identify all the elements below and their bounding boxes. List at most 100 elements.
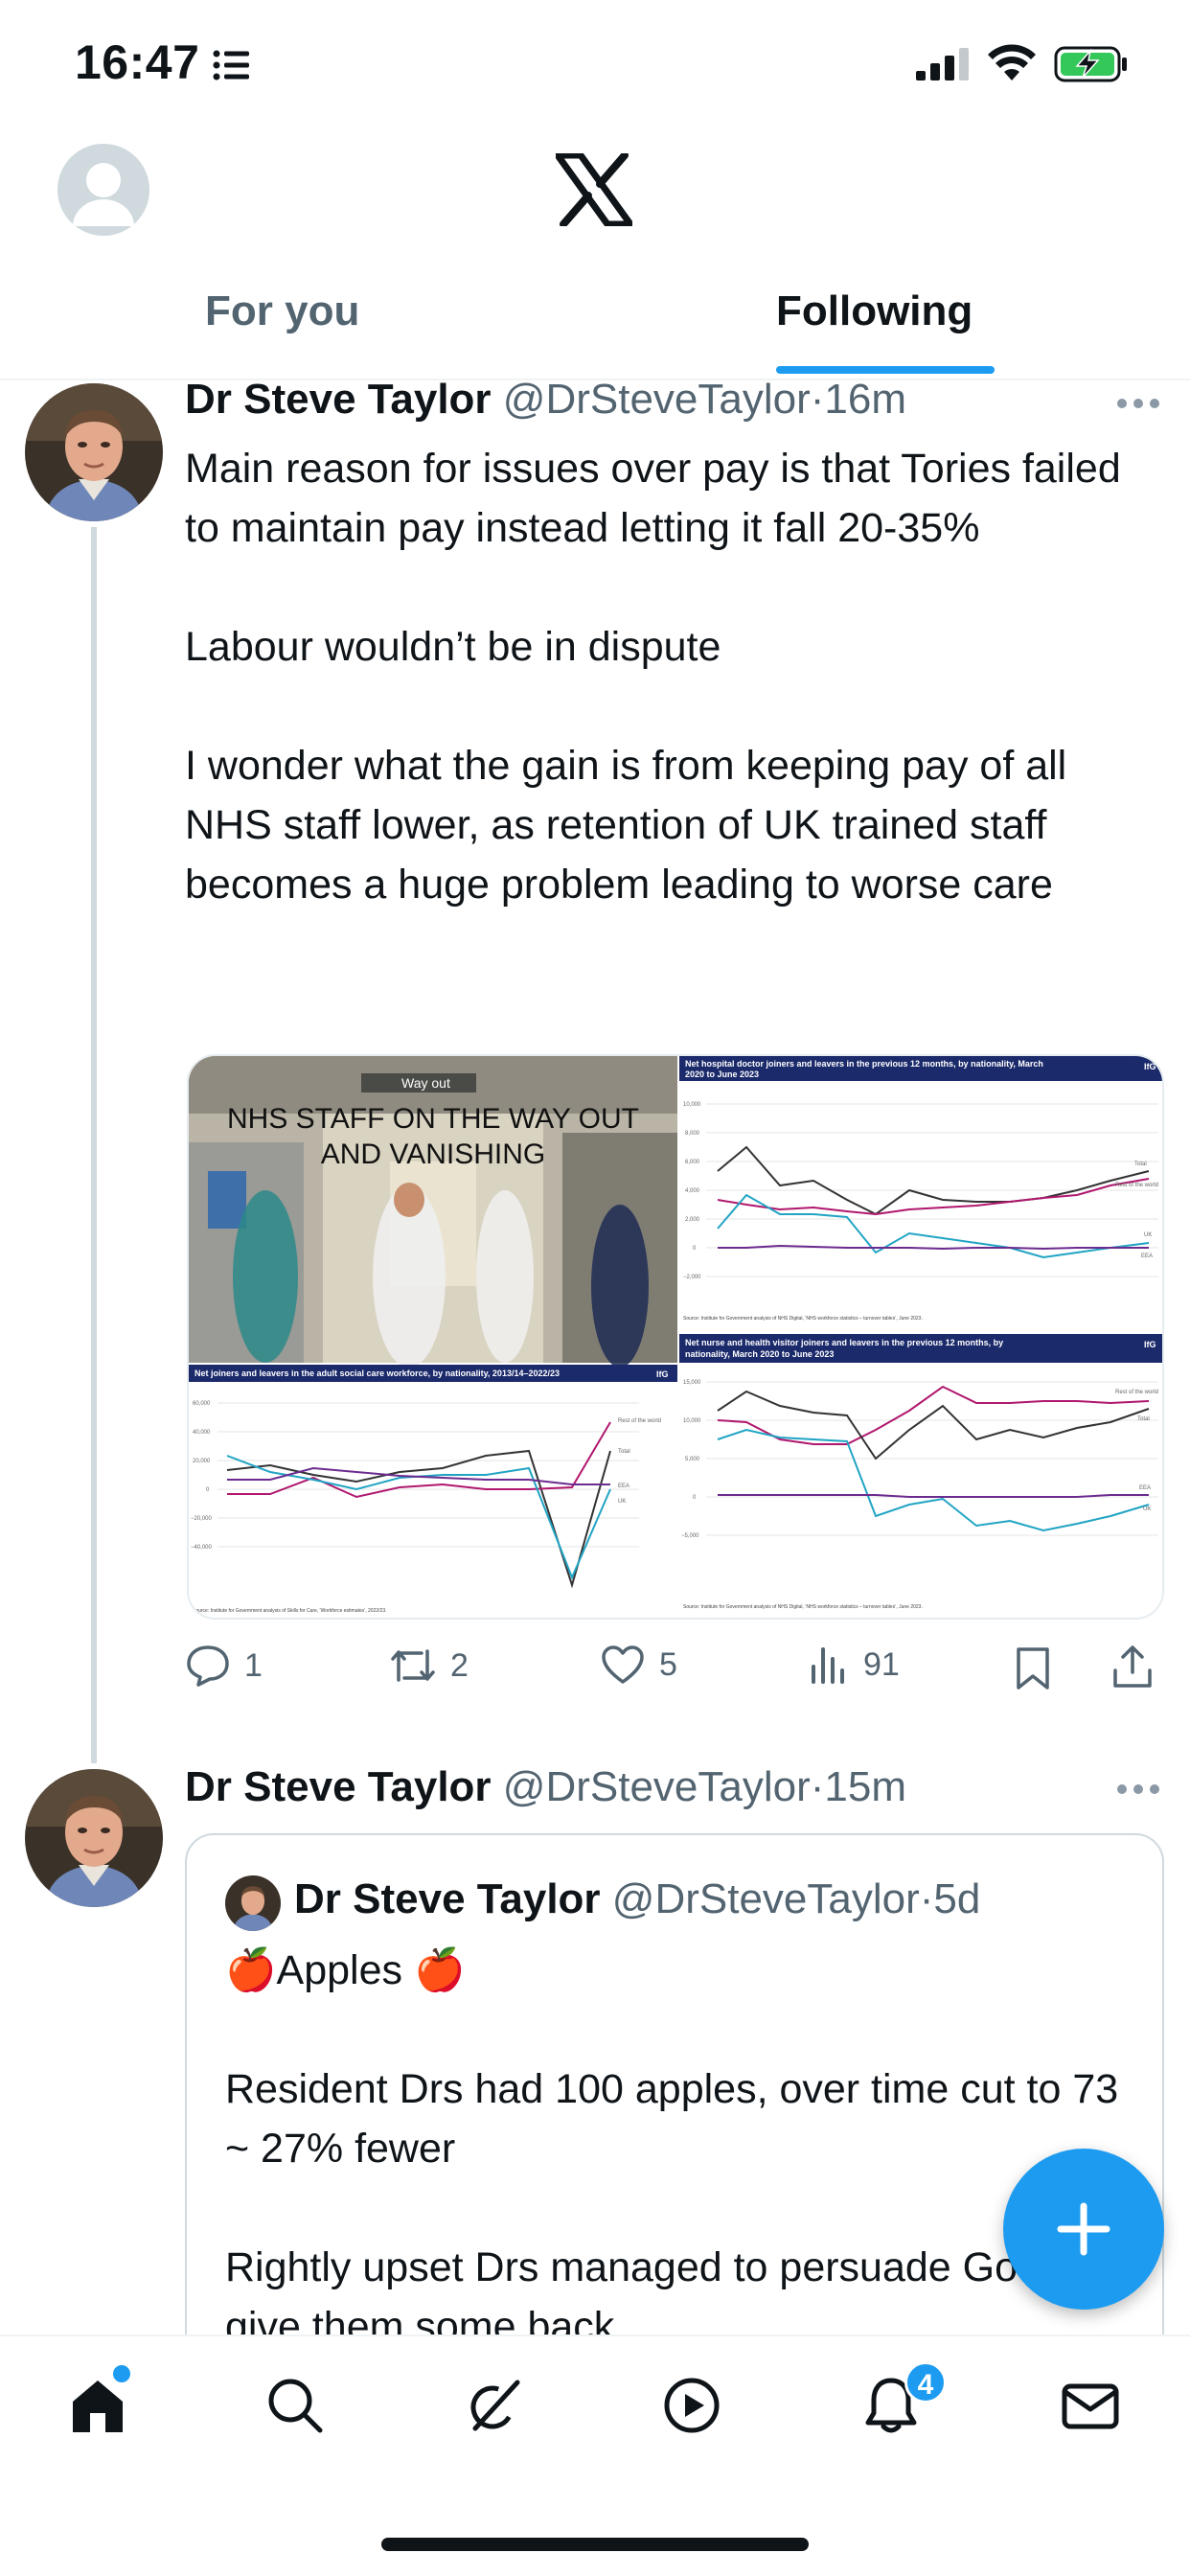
share-icon[interactable] xyxy=(1110,1644,1155,1690)
battery-charging-icon xyxy=(1054,46,1127,82)
repost-count: 2 xyxy=(450,1646,469,1684)
repost-button[interactable]: 2 xyxy=(389,1644,469,1688)
status-bar: 16:47 xyxy=(0,0,1190,125)
chart1-ytick: 2,000 xyxy=(685,1217,700,1223)
wifi-icon xyxy=(988,44,1036,80)
reply-count: 1 xyxy=(244,1646,263,1684)
quoted-author-handle: @DrSteveTaylor xyxy=(611,1875,920,1922)
status-time: 16:47 xyxy=(75,35,200,89)
quoted-tweet-header: Dr Steve Taylor @DrSteveTaylor·5d xyxy=(294,1875,980,1923)
header-separator: · xyxy=(810,376,825,423)
more-options-icon[interactable] xyxy=(1117,399,1159,410)
like-heart-icon xyxy=(602,1645,644,1684)
reply-icon xyxy=(187,1645,229,1687)
tweet-paragraph: I wonder what the gain is from keeping p… xyxy=(185,743,1067,908)
author-name[interactable]: Dr Steve Taylor xyxy=(185,376,492,423)
home-indicator[interactable] xyxy=(381,2538,809,2551)
chart3-legend-uk: UK xyxy=(1143,1506,1151,1512)
chart2-legend-uk: UK xyxy=(618,1499,626,1505)
app-screen: { "status": {"time": "16:47"}, "nav": {"… xyxy=(0,0,1190,2576)
header-separator: · xyxy=(919,1875,934,1922)
views-button[interactable]: 91 xyxy=(808,1644,900,1686)
media-chart-social-care[interactable]: Net joiners and leavers in the adult soc… xyxy=(189,1365,677,1620)
like-count: 5 xyxy=(659,1645,677,1683)
chart1-ytick: 8,000 xyxy=(685,1131,700,1137)
tweet-author-avatar[interactable] xyxy=(25,383,163,521)
media-composite: Way out NHS STAFF ON THE WAY OUT AND VAN… xyxy=(189,1056,1164,1620)
author-photo xyxy=(25,383,163,521)
chart3-ytick: −5,000 xyxy=(681,1533,699,1539)
tweet-actions: 1 2 5 91 xyxy=(185,1644,1172,1701)
chart2-ytick: −20,000 xyxy=(191,1516,213,1522)
media-photo-hospital-corridor[interactable]: Way out NHS STAFF ON THE WAY OUT AND VAN… xyxy=(189,1056,677,1368)
chart3-ytick: 10,000 xyxy=(683,1418,701,1424)
more-options-icon[interactable] xyxy=(1117,1784,1159,1796)
compose-post-button[interactable] xyxy=(1003,2149,1164,2310)
views-chart-icon xyxy=(812,1647,844,1684)
chart1-ytick: 6,000 xyxy=(685,1160,700,1165)
tweet-paragraph-spacer xyxy=(185,558,1162,617)
bookmark-icon[interactable] xyxy=(1014,1645,1052,1691)
home-icon[interactable] xyxy=(67,2375,128,2436)
chart2-title: Net joiners and leavers in the adult soc… xyxy=(195,1368,560,1378)
messages-icon[interactable] xyxy=(1060,2375,1121,2436)
chart2-ytick: 20,000 xyxy=(193,1459,211,1464)
tweet-paragraph-spacer xyxy=(225,2000,1145,2059)
like-button[interactable]: 5 xyxy=(600,1644,677,1686)
chart1-ytick: −2,000 xyxy=(683,1275,701,1280)
tab-following[interactable]: Following xyxy=(776,288,973,335)
plus-icon xyxy=(1057,2202,1110,2256)
focus-list-icon xyxy=(213,50,249,80)
photo-caption-line1: NHS STAFF ON THE WAY OUT xyxy=(227,1103,639,1135)
tweet-paragraph: Labour wouldn’t be in dispute xyxy=(185,624,721,670)
chart2-ifg-label: IfG xyxy=(656,1369,669,1379)
media-chart-hospital-doctors[interactable]: Net hospital doctor joiners and leavers … xyxy=(679,1056,1164,1363)
home-unread-dot xyxy=(113,2365,130,2382)
chart1-source: Source: Institute for Government analysi… xyxy=(683,1316,923,1322)
x-logo-icon[interactable] xyxy=(556,153,632,226)
author-handle[interactable]: @DrSteveTaylor xyxy=(503,376,811,423)
tweet-paragraph-spacer xyxy=(185,677,1162,736)
top-nav: For you Following xyxy=(0,125,1190,380)
tweet-author-avatar[interactable] xyxy=(25,1769,163,1907)
chart1-legend-rest: Rest of the world xyxy=(1115,1183,1158,1188)
tweet-timestamp[interactable]: 16m xyxy=(824,376,906,423)
header-separator: · xyxy=(810,1763,825,1810)
reply-button[interactable]: 1 xyxy=(185,1644,263,1688)
quoted-author-avatar[interactable] xyxy=(225,1875,281,1931)
photo-sign-text: Way out xyxy=(401,1075,450,1091)
chart1-title-line2: 2020 to June 2023 xyxy=(685,1070,759,1079)
chart1-legend-uk: UK xyxy=(1144,1232,1152,1238)
default-avatar-icon xyxy=(73,163,134,226)
chart1-title-line1: Net hospital doctor joiners and leavers … xyxy=(685,1059,1043,1069)
chart1-legend-total: Total xyxy=(1134,1162,1147,1167)
quoted-title: 🍎Apples 🍎 xyxy=(225,1947,466,1993)
author-name[interactable]: Dr Steve Taylor xyxy=(185,1763,492,1810)
chart3-title-line2: nationality, March 2020 to June 2023 xyxy=(685,1349,834,1359)
chart3-title-line1: Net nurse and health visitor joiners and… xyxy=(685,1338,1003,1347)
profile-avatar-button[interactable] xyxy=(57,144,149,236)
chart3-legend-rest: Rest of the world xyxy=(1115,1390,1158,1395)
search-icon[interactable] xyxy=(264,2375,326,2436)
chart2-ytick: 60,000 xyxy=(193,1401,211,1407)
video-icon[interactable] xyxy=(661,2375,722,2436)
chart3-ifg-label: IfG xyxy=(1144,1340,1156,1349)
notifications-badge: 4 xyxy=(904,2361,947,2404)
cellular-signal-icon xyxy=(916,48,969,80)
grok-icon[interactable] xyxy=(464,2375,525,2436)
tab-for-you[interactable]: For you xyxy=(205,288,359,335)
chart2-legend-eea: EEA xyxy=(618,1484,629,1489)
media-chart-nurses[interactable]: Net nurse and health visitor joiners and… xyxy=(679,1334,1164,1620)
chart3-ytick: 15,000 xyxy=(683,1380,701,1386)
tweet-timestamp[interactable]: 15m xyxy=(824,1763,906,1810)
views-count: 91 xyxy=(863,1645,900,1683)
tweet-body: Main reason for issues over pay is that … xyxy=(185,439,1162,914)
tweet-media-grid[interactable]: Way out NHS STAFF ON THE WAY OUT AND VAN… xyxy=(187,1054,1164,1620)
author-photo xyxy=(225,1875,281,1931)
chart2-ytick: −40,000 xyxy=(191,1545,213,1551)
author-handle[interactable]: @DrSteveTaylor xyxy=(503,1763,811,1810)
chart1-legend-eea: EEA xyxy=(1141,1254,1153,1259)
chart3-legend-total: Total xyxy=(1137,1416,1150,1422)
chart3-ytick: 5,000 xyxy=(685,1457,700,1462)
chart1-ifg-label: IfG xyxy=(1144,1062,1156,1071)
